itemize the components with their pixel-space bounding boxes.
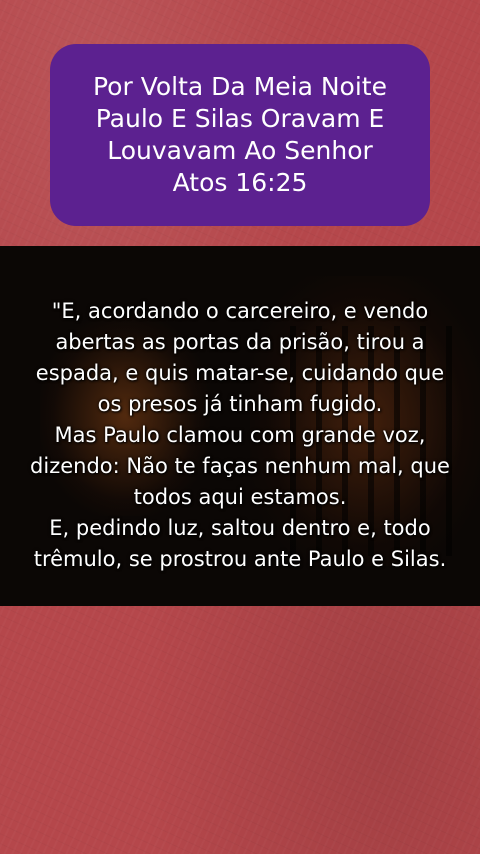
verse-line: os presos já tinham fugido. [97, 392, 383, 416]
verse-line: E, pedindo luz, saltou dentro e, todo [49, 516, 431, 540]
verse-line: todos aqui estamos. [133, 485, 347, 509]
title-line-3: Louvavam Ao Senhor [107, 136, 373, 165]
verse-line: abertas as portas da prisão, tirou a [55, 330, 425, 354]
verse-line: espada, e quis matar-se, cuidando que [35, 361, 445, 385]
title-reference: Atos 16:25 [172, 168, 308, 197]
verse-line: "E, acordando o carcereiro, e vendo [51, 299, 429, 323]
title-line-2: Paulo E Silas Oravam E [95, 104, 385, 133]
title-banner: Por Volta Da Meia Noite Paulo E Silas Or… [50, 44, 430, 226]
verse-text: "E, acordando o carcereiro, e vendo aber… [0, 296, 480, 575]
title-line-1: Por Volta Da Meia Noite [93, 72, 387, 101]
verse-line: dizendo: Não te faças nenhum mal, que [30, 454, 450, 478]
verse-line: Mas Paulo clamou com grande voz, [54, 423, 426, 447]
verse-line: trêmulo, se prostrou ante Paulo e Silas. [33, 547, 447, 571]
